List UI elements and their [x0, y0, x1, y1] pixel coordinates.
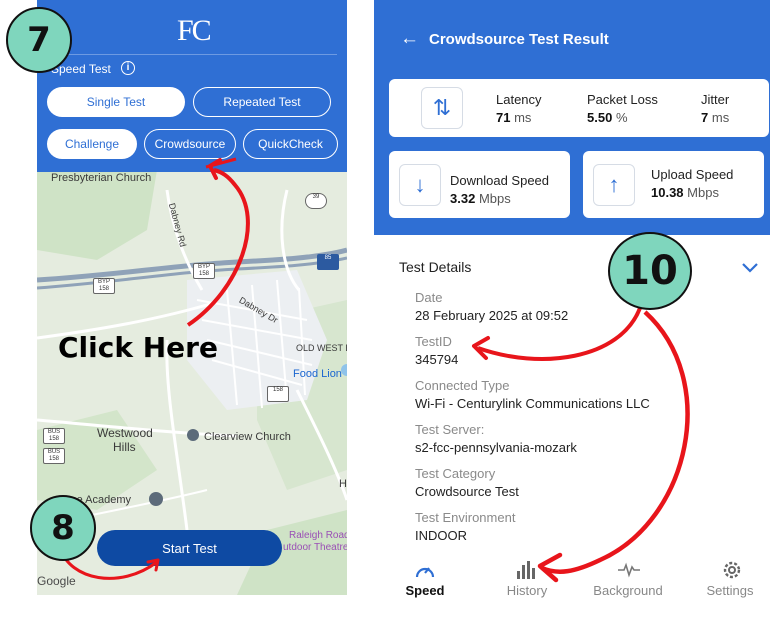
step-7-badge: 7: [6, 7, 72, 73]
click-here-annotation: Click Here: [58, 331, 218, 364]
step-8-badge: 8: [30, 495, 96, 561]
step-10-badge: 10: [608, 232, 692, 310]
